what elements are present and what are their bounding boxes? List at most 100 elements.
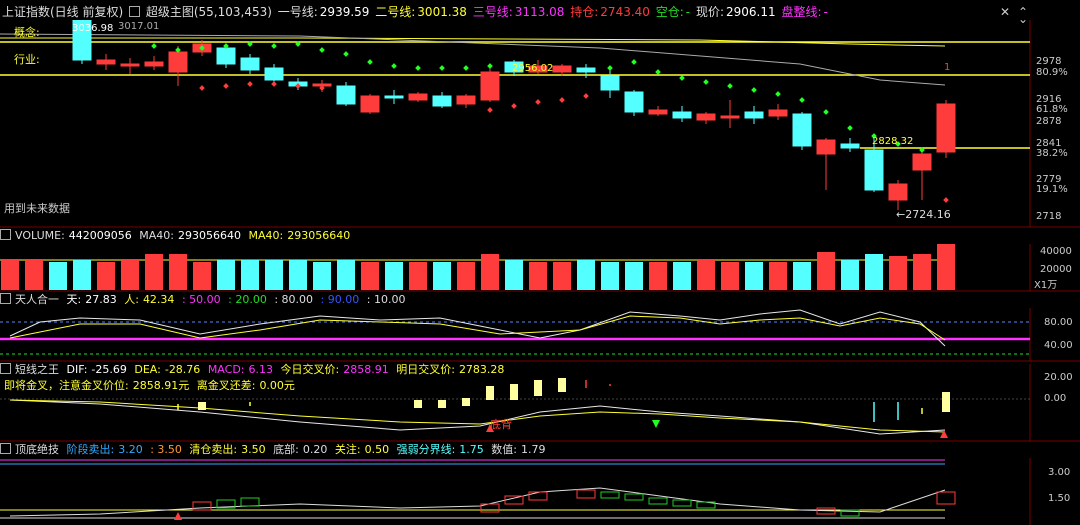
signal-box [624, 493, 644, 501]
volume-bar [601, 262, 619, 290]
volume-bar [49, 262, 67, 290]
volume-bar [25, 260, 43, 290]
volume-bar [937, 244, 955, 290]
annot-level2: 2828.32 [872, 136, 913, 147]
volume-bar [673, 262, 691, 290]
index-name[interactable]: 上证指数(日线 前复权) [2, 5, 123, 19]
annot-one: 1 [944, 62, 950, 73]
level-50: : 50.00 [181, 293, 221, 306]
macd-bar [534, 380, 542, 396]
candle-body [768, 109, 788, 117]
candle-body [816, 139, 836, 155]
signal-box [600, 491, 620, 499]
signal-box [576, 489, 596, 499]
volume-bar [577, 260, 595, 290]
strength-value: 1.75 [459, 443, 484, 456]
red-dot-marker [487, 107, 493, 113]
pct-label-19: 19.1% [1036, 184, 1068, 195]
volume-bar [433, 262, 451, 290]
clear-sell-value: 3.50 [241, 443, 266, 456]
volume-bar [505, 260, 523, 290]
macd-chart[interactable]: 底背 20.00 0.00 [0, 364, 1080, 442]
consolidate-value: - [823, 5, 828, 19]
volume-settings-icon[interactable] [0, 229, 11, 240]
tb-axis-3: 3.00 [1048, 467, 1070, 478]
red-dot-marker [223, 83, 229, 89]
hold-label: 持仓: [570, 5, 599, 19]
concept-tag[interactable]: 概念: [14, 25, 40, 39]
macd-bar [510, 384, 518, 400]
candle-body [864, 149, 884, 191]
volume-bar [625, 262, 643, 290]
volume-bar [145, 254, 163, 290]
green-dot-marker [319, 47, 325, 53]
candle-body [576, 67, 596, 73]
candle-body [144, 61, 164, 67]
volume-bar [649, 262, 667, 290]
candle-body [696, 113, 716, 121]
volume-bar [313, 262, 331, 290]
consolidate-label: 盘整线: [781, 5, 822, 19]
main-chart-label[interactable]: 超级主图(55,103,453) [146, 5, 272, 19]
stage-sell-value: 3.20 [118, 443, 143, 456]
candle-body [888, 183, 908, 201]
vol-axis-20000: 20000 [1040, 264, 1072, 275]
candle-body [216, 47, 236, 65]
volume-bar [721, 262, 739, 290]
line1-label: 一号线: [277, 5, 318, 19]
volume-bar [481, 254, 499, 290]
green-dot-marker [727, 83, 733, 89]
green-dot-marker [343, 51, 349, 57]
topbottom-header: 顶底绝技 阶段卖出: 3.20 : 3.50 清仓卖出: 3.50 底部: 0.20 … [0, 442, 1040, 458]
buy-arrow-icon-2 [940, 430, 948, 438]
candle-body [432, 95, 452, 107]
line2-value: 3001.38 [417, 5, 467, 19]
candle-body [648, 109, 668, 115]
candle-body [936, 103, 956, 153]
bottom-label: 底部: [273, 443, 299, 456]
tianren-chart[interactable]: 80.00 40.00 [0, 308, 1080, 362]
macd-bar [462, 398, 470, 406]
topbottom-settings-icon[interactable] [0, 443, 11, 454]
macd-bar [198, 402, 206, 410]
signal-box [528, 491, 548, 501]
price-label: 现价: [695, 5, 725, 19]
volume-value: 442009056 [68, 229, 132, 242]
volume-title[interactable]: VOLUME: [15, 229, 65, 242]
topbottom-chart[interactable]: 3.00 1.50 [0, 458, 1080, 525]
volume-chart[interactable]: 40000 20000 X1万 [0, 244, 1080, 292]
top-label-2: 3017.01 [118, 21, 159, 32]
volume-bar [913, 254, 931, 290]
volume-bar [97, 262, 115, 290]
volume-bar [889, 256, 907, 290]
industry-tag[interactable]: 行业: [14, 53, 40, 66]
volume-bar [793, 262, 811, 290]
candle-body [552, 65, 572, 73]
close-icon[interactable]: ✕ [1000, 5, 1010, 19]
volume-bar [697, 260, 715, 290]
vol-unit: X1万 [1034, 280, 1057, 291]
signal-box [672, 499, 692, 507]
tian-line [9, 309, 946, 347]
tianren-settings-icon[interactable] [0, 293, 11, 304]
tianren-title[interactable]: 天人合一 [15, 293, 59, 306]
price-label-2978: 2978 [1036, 56, 1061, 67]
topbottom-title[interactable]: 顶底绝技 [15, 443, 59, 456]
level-10: : 10.00 [366, 293, 406, 306]
candle-body [600, 75, 620, 91]
volume-bar [337, 260, 355, 290]
settings-square-icon[interactable] [129, 6, 141, 17]
candle-body [240, 57, 260, 71]
green-dot-marker [367, 59, 373, 65]
macd-bar [414, 400, 422, 408]
empty-value: - [685, 5, 691, 19]
signal-box [192, 501, 212, 511]
price-chart[interactable]: 概念: 行业: 用到未来数据 3036.98 3017.01 2956.02 2… [0, 20, 1080, 228]
volume-bar [265, 260, 283, 290]
empty-label: 空仓: [655, 5, 684, 19]
green-dot-marker [751, 87, 757, 93]
candle-body [480, 71, 500, 101]
clear-sell-label: 清仓卖出: [189, 443, 238, 456]
ren-value: 42.34 [142, 293, 175, 306]
pct-label-38: 38.2% [1036, 148, 1068, 159]
